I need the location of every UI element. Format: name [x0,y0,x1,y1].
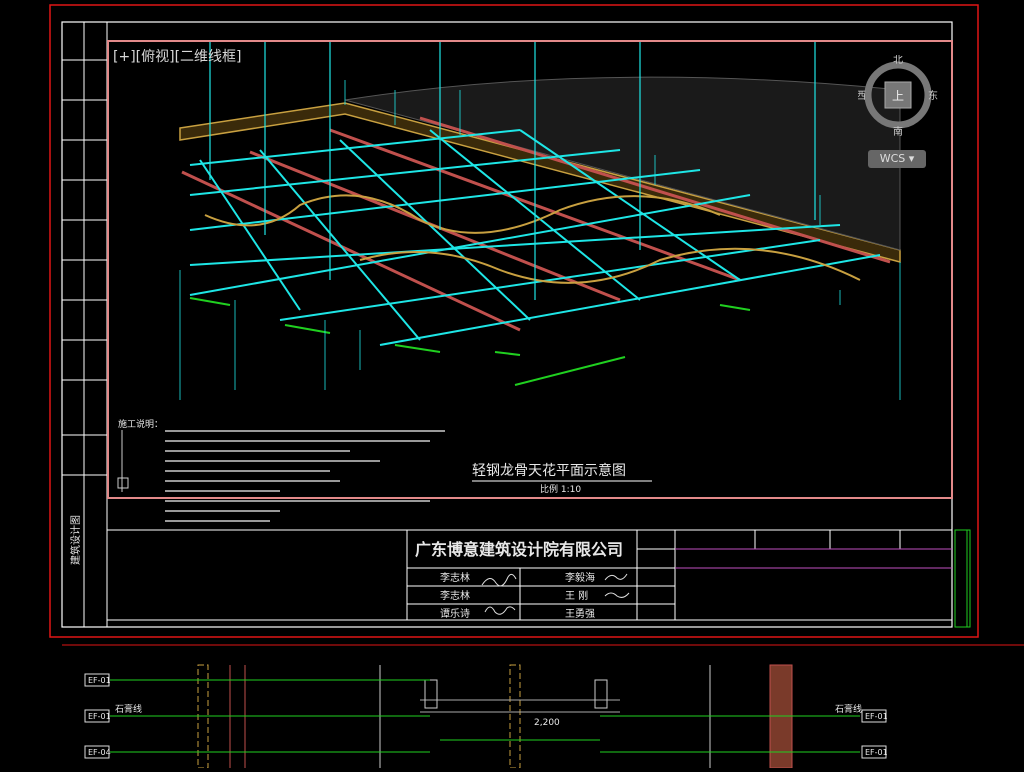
notes-heading: 施工说明： [118,418,163,430]
viewcube-top-label: 上 [892,89,904,103]
detail-tag: EF-01 [88,676,111,685]
viewcube-north-label: 北 [893,55,903,66]
viewcube-south-label: 南 [893,125,903,138]
detail-tag: EF-01 [88,712,111,721]
detail-label: 石膏线 [835,703,862,715]
detail-label: 石膏线 [115,703,142,715]
detail-dimension: 2,200 [534,718,560,728]
side-label: 建筑设计图 [69,515,82,565]
signature-name: 李志林 [440,571,470,584]
signature-cells: 李志林 李志林 谭乐诗 李毅海 王 刚 王勇强 [440,571,595,620]
drawing-scale: 比例 1:10 [540,483,581,495]
signature-name: 谭乐诗 [440,607,470,620]
signature-name: 李毅海 [565,571,595,584]
section-detail [110,664,860,769]
wcs-label: WCS [879,152,906,165]
detail-tag: EF-04 [88,748,111,757]
viewcube-east-label: 东 [928,89,938,102]
viewcube-west-label: 西 [858,91,866,102]
company-name: 广东博意建筑设计院有限公司 [415,540,623,559]
wcs-menu-button[interactable]: WCS ▾ [868,150,926,168]
detail-tag: EF-01 [865,748,888,757]
ceiling-grid-drawing [179,42,901,400]
signature-name: 李志林 [440,589,470,602]
construction-notes: 施工说明： [117,418,445,522]
signature-name: 王 刚 [565,590,588,602]
handwritten-signatures [481,573,630,615]
signature-name: 王勇强 [565,608,595,620]
viewport-label[interactable]: [+][俯视][二维线框] [113,46,242,66]
viewcube[interactable]: 上 北 南 西 东 [856,54,938,150]
detail-tag: EF-01 [865,712,888,721]
drawing-title: 轻钢龙骨天花平面示意图 [472,462,626,479]
